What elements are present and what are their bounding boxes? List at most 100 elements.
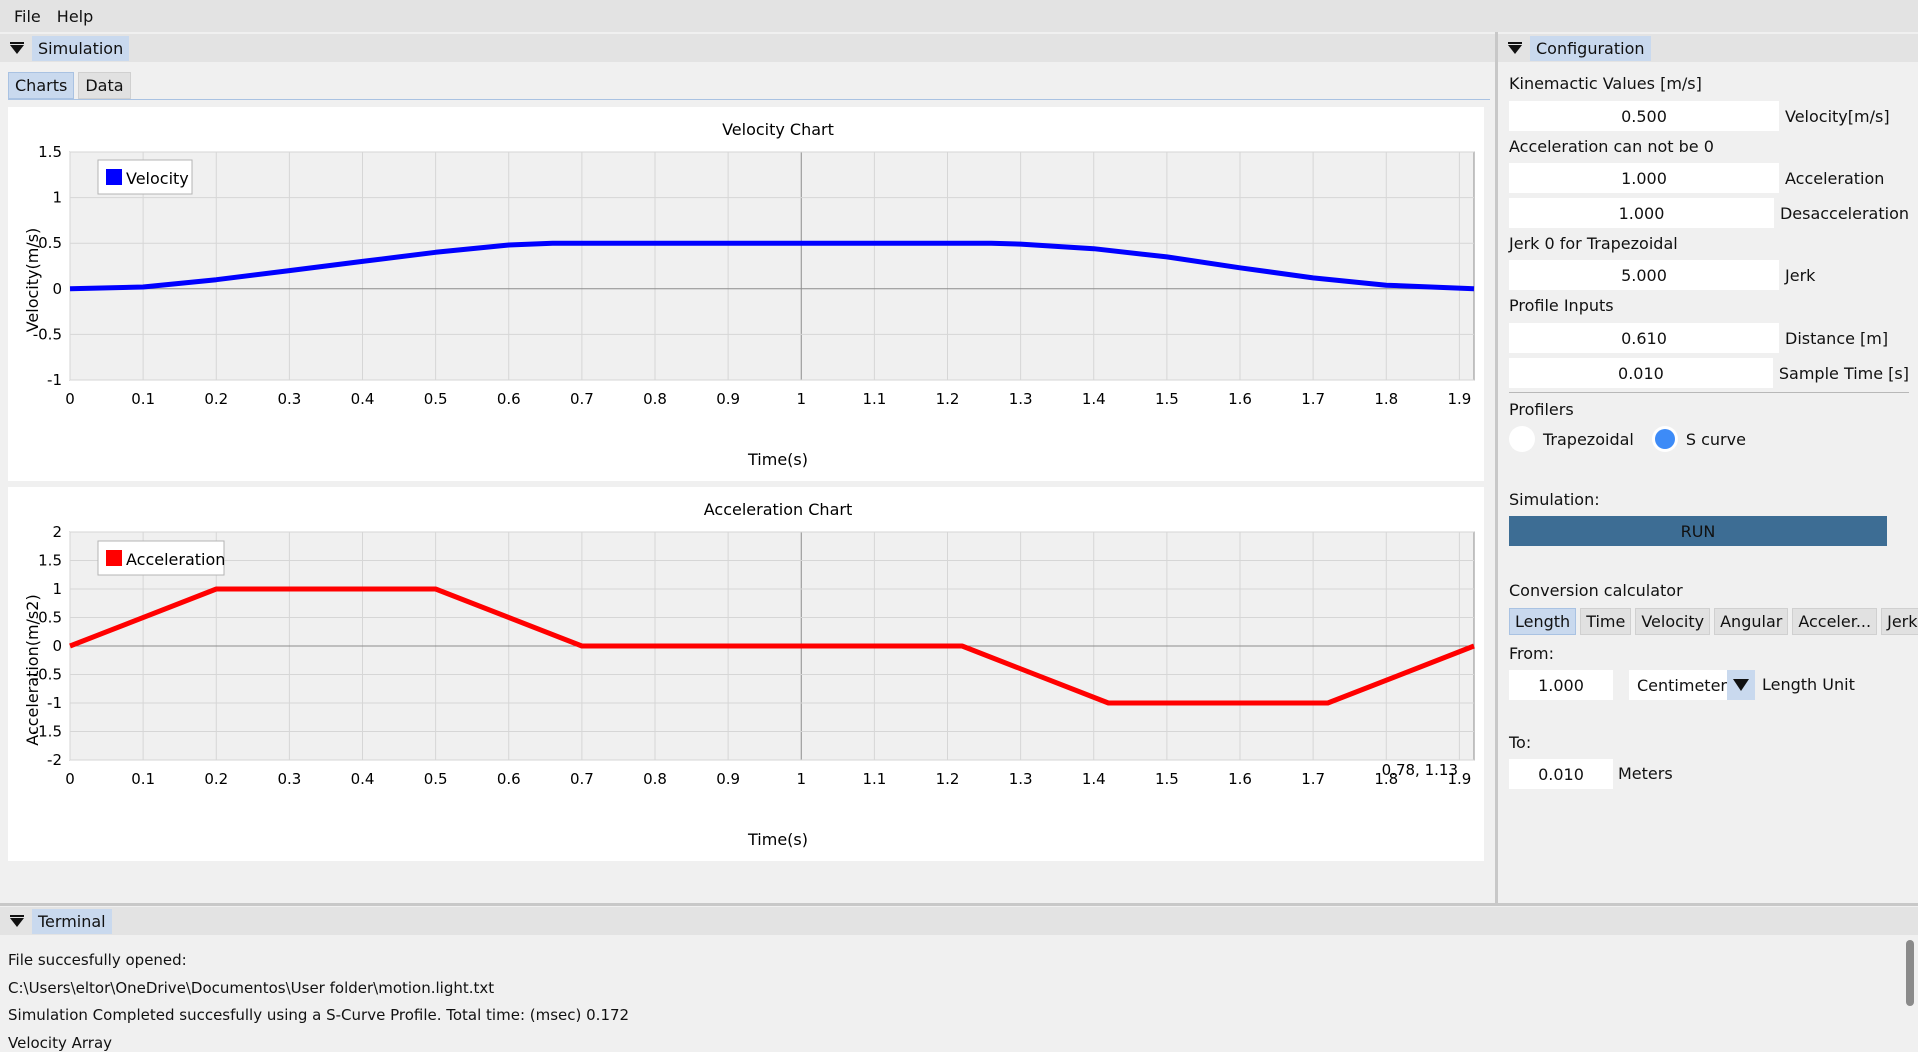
acceleration-note: Acceleration can not be 0 [1509,137,1714,156]
x-tick-label: 1.5 [1155,390,1179,408]
y-tick-label: 1 [52,580,62,598]
trapezoidal-radio[interactable] [1509,426,1535,452]
horizontal-splitter[interactable] [0,903,1918,906]
y-tick-label: 2 [52,523,62,541]
dropdown-arrow-icon[interactable] [1727,670,1755,700]
x-tick-label: 0.6 [497,770,521,788]
legend-label-acceleration: Acceleration [126,550,225,569]
x-tick-label: 0.9 [716,770,740,788]
s-curve-radio-label[interactable]: S curve [1686,430,1746,449]
x-tick-label: 0.7 [570,770,594,788]
deceleration-input[interactable] [1509,198,1774,228]
from-value-input[interactable] [1509,670,1613,700]
simulation-panel-header: Simulation [0,34,1495,62]
x-tick-label: 1.2 [936,390,960,408]
acceleration-chart[interactable]: Acceleration Chart 0 0.1 0.2 0.3 0.4 0.5 0.6 0.… [8,487,1484,861]
distance-input[interactable] [1509,323,1779,353]
acceleration-legend: Acceleration [97,540,225,576]
velocity-chart-title: Velocity Chart [722,120,834,139]
profiler-radio-group: Trapezoidal S curve [1509,426,1746,452]
jerk-input[interactable] [1509,260,1779,290]
legend-swatch-velocity [106,169,122,185]
configuration-panel-title[interactable]: Configuration [1530,35,1651,61]
x-tick-label: 1.7 [1301,390,1325,408]
velocity-y-axis-label: Velocity(m/s) [23,228,42,333]
acceleration-chart-panel: Acceleration Chart 0 0.1 0.2 0.3 0.4 0.5 0.6 0.… [8,487,1484,861]
conv-tab-time[interactable]: Time [1580,608,1632,635]
terminal-panel-title[interactable]: Terminal [32,908,112,934]
acceleration-chart-title: Acceleration Chart [704,500,852,519]
menu-help[interactable]: Help [49,3,101,30]
tab-charts[interactable]: Charts [8,72,75,99]
terminal-scrollbar[interactable] [1906,940,1914,1006]
sample-time-row: Sample Time [s] [1509,358,1909,388]
configuration-panel-header: Configuration [1498,34,1918,62]
simulation-panel-title[interactable]: Simulation [32,35,130,61]
x-tick-label: 0.5 [424,770,448,788]
acceleration-input[interactable] [1509,163,1779,193]
trapezoidal-radio-label[interactable]: Trapezoidal [1543,430,1634,449]
x-tick-label: 1 [796,390,806,408]
x-tick-label: 0.2 [204,770,228,788]
terminal-line: Simulation Completed succesfully using a… [8,1006,630,1024]
x-tick-label: 1.6 [1228,390,1252,408]
legend-label-velocity: Velocity [126,169,189,188]
acceleration-y-axis-label: Acceleration(m/s2) [23,594,42,745]
y-tick-label: 0 [52,280,62,298]
velocity-legend: Velocity [97,159,193,195]
x-tick-label: 1.1 [862,390,886,408]
collapse-icon[interactable] [1506,39,1524,57]
x-tick-label: 1.7 [1301,770,1325,788]
run-button[interactable]: RUN [1509,516,1887,546]
x-tick-label: 1.9 [1447,390,1471,408]
menu-file[interactable]: File [6,3,49,30]
from-unit-selected: Centimeter [1637,675,1727,695]
profilers-label: Profilers [1509,400,1574,419]
x-tick-label: 0.3 [277,770,301,788]
velocity-chart[interactable]: Velocity Chart 0 0.1 0.2 0.3 0.4 0.5 0.6 0.7 0.8… [8,107,1484,481]
conversion-calculator-label: Conversion calculator [1509,581,1683,600]
sample-time-input[interactable] [1509,358,1773,388]
s-curve-radio[interactable] [1651,426,1678,452]
jerk-row: Jerk [1509,260,1909,290]
deceleration-unit-label: Desacceleration [1779,203,1909,223]
terminal-line: File succesfully opened: [8,951,187,969]
conv-tab-length[interactable]: Length [1509,608,1577,635]
profile-inputs-label: Profile Inputs [1509,296,1614,315]
conv-tab-velocity[interactable]: Velocity [1635,608,1711,635]
collapse-icon[interactable] [8,39,26,57]
jerk-unit-label: Jerk [1785,265,1816,285]
vertical-splitter[interactable] [1495,32,1498,906]
x-tick-label: 0.1 [131,390,155,408]
x-tick-label: 1.3 [1009,770,1033,788]
x-tick-label: 0 [65,770,75,788]
radio-selected-dot [1654,429,1675,449]
x-tick-label: 1.5 [1155,770,1179,788]
to-value-input[interactable] [1509,759,1613,789]
kinematic-values-label: Kinemactic Values [m/s] [1509,74,1702,93]
simulation-label: Simulation: [1509,490,1600,509]
config-divider [1509,392,1909,393]
terminal-output[interactable]: File succesfully opened: C:\Users\eltor\… [0,936,1906,1052]
conv-tab-acceleration[interactable]: Acceler... [1792,608,1878,635]
collapse-icon[interactable] [8,912,26,930]
conv-tab-angular[interactable]: Angular [1714,608,1789,635]
tab-data[interactable]: Data [78,72,131,99]
velocity-row: Velocity[m/s] [1509,101,1909,131]
x-tick-label: 1.3 [1009,390,1033,408]
conv-tab-jerk[interactable]: Jerk [1881,608,1918,635]
from-label: From: [1509,644,1555,663]
x-tick-label: 0.6 [497,390,521,408]
x-tick-label: 0.9 [716,390,740,408]
jerk-note: Jerk 0 for Trapezoidal [1509,234,1678,253]
sample-time-unit-label: Sample Time [s] [1778,363,1909,383]
velocity-input[interactable] [1509,101,1779,131]
y-tick-label: 1 [52,189,62,207]
from-unit-select[interactable]: Centimeter [1629,670,1743,700]
terminal-panel-header: Terminal [0,907,1918,935]
y-tick-label: -1 [47,371,62,389]
x-tick-label: 1.8 [1374,390,1398,408]
distance-row: Distance [m] [1509,323,1909,353]
x-tick-label: 0.7 [570,390,594,408]
cursor-coordinates-readout: 0.78, 1.13 [1382,761,1458,779]
